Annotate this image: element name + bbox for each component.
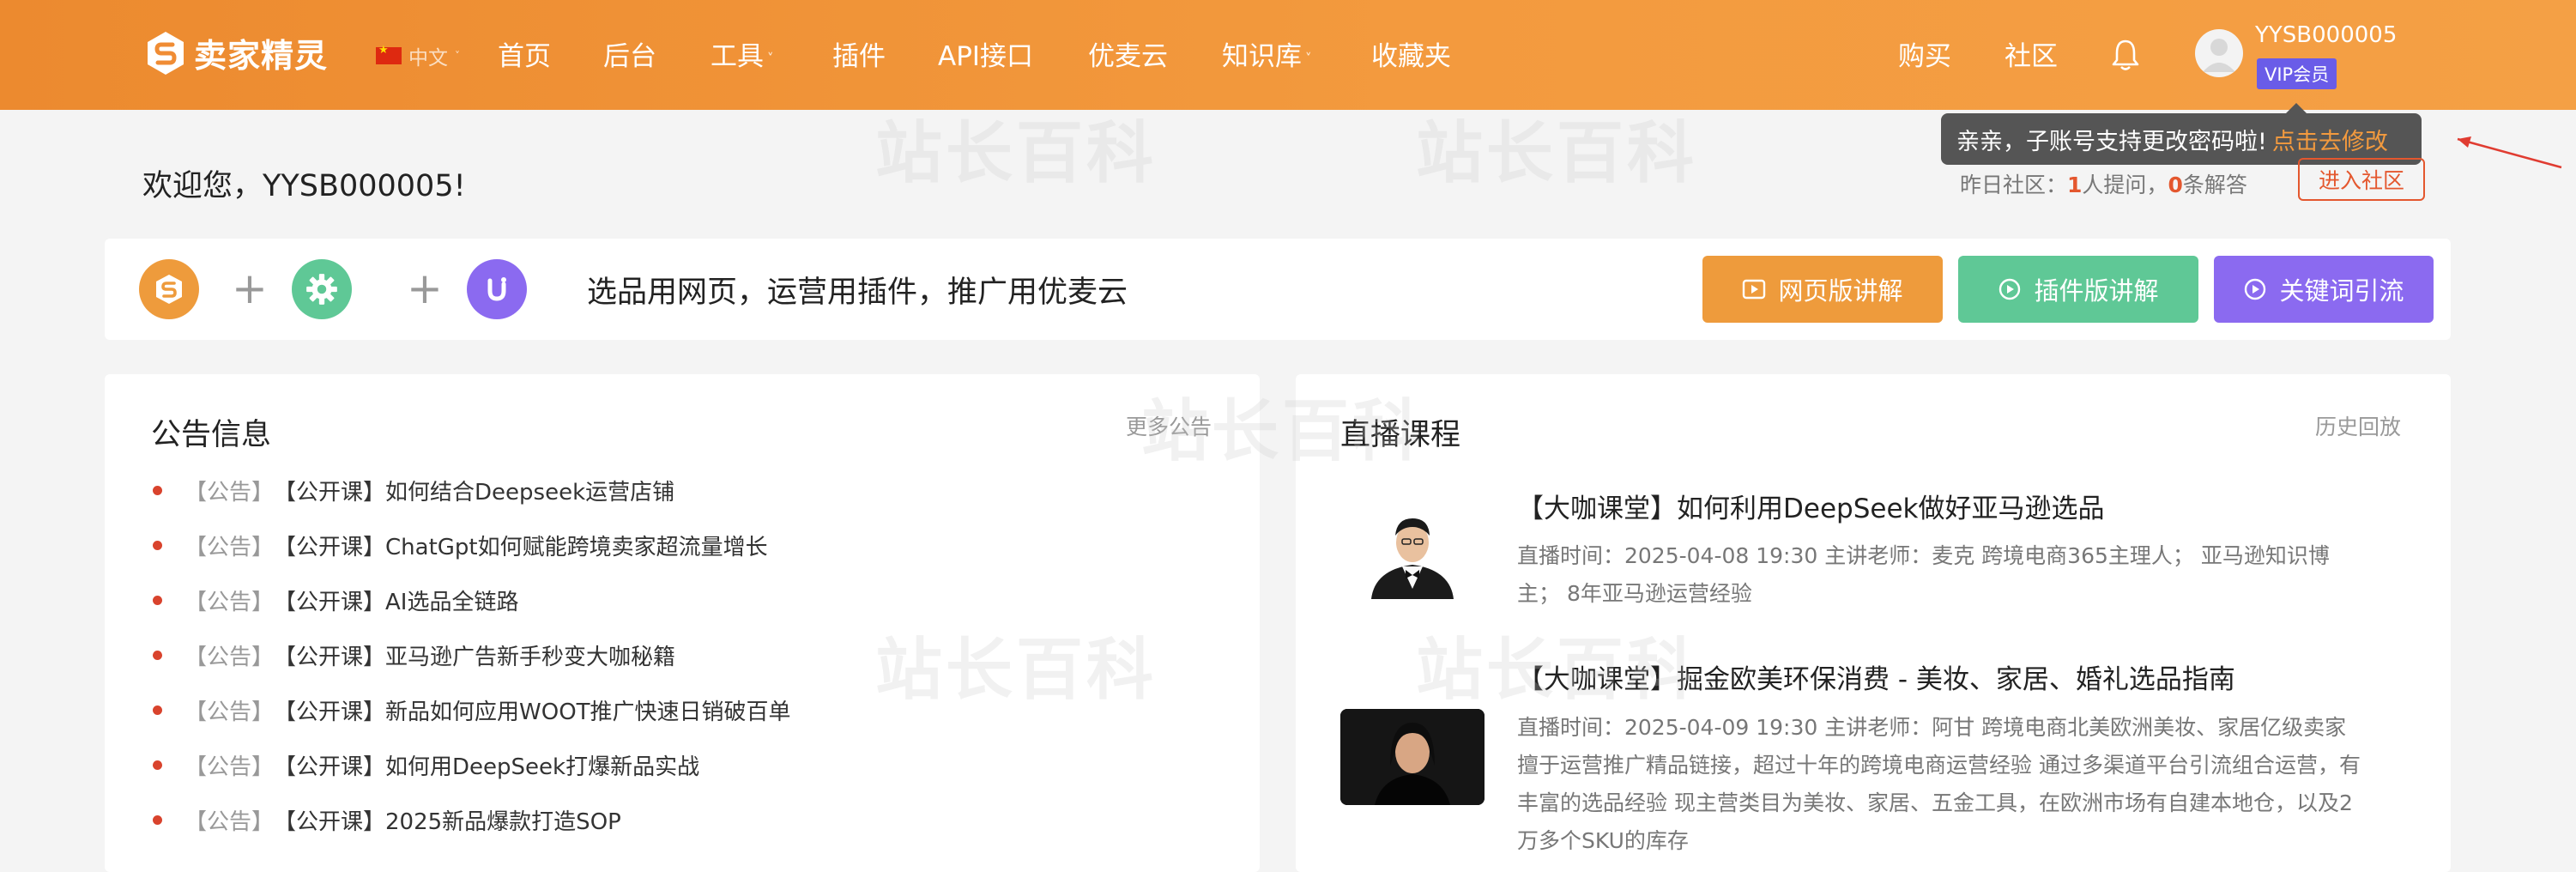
language-selector[interactable]: 中文 ˅ <box>376 41 460 70</box>
logo-icon <box>148 31 184 75</box>
language-label: 中文 <box>408 47 448 70</box>
bullet-icon <box>153 815 162 825</box>
username[interactable]: YYSB000005 <box>2255 22 2397 48</box>
list-item[interactable]: 【公告】 【公开课】2025新品爆款打造SOP <box>153 804 621 836</box>
list-item[interactable]: 【公告】 【公开课】亚马逊广告新手秒变大咖秘籍 <box>153 639 675 671</box>
list-item[interactable]: 【公告】 【公开课】如何用DeepSeek打爆新品实战 <box>153 749 699 781</box>
nav-youmaiyun[interactable]: 优麦云 <box>1088 34 1168 73</box>
nav-community[interactable]: 社区 <box>2005 34 2058 73</box>
plugin-tutorial-button[interactable]: 插件版讲解 <box>1958 256 2198 323</box>
list-item[interactable]: 【公告】 【公开课】新品如何应用WOOT推广快速日销破百单 <box>153 694 791 726</box>
web-tutorial-button[interactable]: 网页版讲解 <box>1702 256 1943 323</box>
announcements-title: 公告信息 <box>151 418 272 452</box>
bell-icon[interactable] <box>2111 38 2140 72</box>
bullet-icon <box>153 541 162 550</box>
nav-home[interactable]: 首页 <box>498 34 551 73</box>
plus-icon: + <box>407 263 443 313</box>
bullet-icon <box>153 651 162 660</box>
bullet-icon <box>153 596 162 605</box>
button-label: 插件版讲解 <box>2034 276 2159 306</box>
bullet-icon <box>153 760 162 770</box>
keyword-traffic-button[interactable]: 关键词引流 <box>2214 256 2434 323</box>
nav-buy[interactable]: 购买 <box>1898 34 1951 73</box>
button-label: 网页版讲解 <box>1778 276 1903 306</box>
history-replay-link[interactable]: 历史回放 <box>2315 410 2401 441</box>
bullet-icon <box>153 486 162 495</box>
nav-tools[interactable]: 工具 ˅ <box>711 34 774 73</box>
nav-api[interactable]: API接口 <box>938 34 1033 73</box>
nav-favorites[interactable]: 收藏夹 <box>1371 34 1451 73</box>
bullet-icon <box>153 705 162 715</box>
gear-icon <box>292 259 352 319</box>
china-flag-icon <box>376 44 402 64</box>
teacher-photo <box>1340 709 1485 805</box>
play-icon <box>1743 279 1766 300</box>
password-change-tooltip: 亲亲，子账号支持更改密码啦! 点击去修改 <box>1941 103 2422 165</box>
play-circle-icon <box>2245 278 2266 300</box>
nav-knowledge[interactable]: 知识库 ˅ <box>1222 34 1312 73</box>
course-title[interactable]: 【大咖课堂】掘金欧美环保消费 - 美妆、家居、婚礼选品指南 <box>1517 657 2235 696</box>
course-description: 直播时间：2025-04-08 19:30 主讲老师：麦克 跨境电商365主理人… <box>1517 543 2330 606</box>
change-password-link[interactable]: 点击去修改 <box>2272 123 2388 156</box>
tooltip-text: 亲亲，子账号支持更改密码啦! <box>1956 128 2267 155</box>
promo-slogan: 选品用网页，运营用插件，推广用优麦云 <box>587 276 1128 310</box>
enter-community-button[interactable]: 进入社区 <box>2298 158 2425 201</box>
list-item[interactable]: 【公告】 【公开课】ChatGpt如何赋能跨境卖家超流量增长 <box>153 530 768 561</box>
more-announcements-link[interactable]: 更多公告 <box>1126 410 1212 441</box>
announcements-card <box>105 374 1260 872</box>
teacher-photo <box>1340 503 1485 599</box>
watermark: 站长百科 <box>1416 115 1698 192</box>
nav-backend[interactable]: 后台 <box>603 34 656 73</box>
avatar[interactable] <box>2195 29 2243 77</box>
chevron-down-icon: ˅ <box>1305 50 1312 66</box>
vip-badge: VIP会员 <box>2257 58 2337 89</box>
course-title[interactable]: 【大咖课堂】如何利用DeepSeek做好亚马逊选品 <box>1517 487 2104 525</box>
list-item[interactable]: 【公告】 【公开课】如何结合Deepseek运营店铺 <box>153 475 674 506</box>
youmaiyun-icon <box>467 259 527 319</box>
plus-icon: + <box>232 263 268 313</box>
brand-name: 卖家精灵 <box>194 37 329 75</box>
play-circle-icon <box>1999 278 2021 300</box>
chevron-down-icon: ˅ <box>455 50 460 62</box>
welcome-text: 欢迎您，YYSB000005! <box>142 169 466 203</box>
user-icon <box>2203 39 2235 72</box>
chevron-down-icon: ˅ <box>767 50 774 66</box>
community-stats: 昨日社区：1人提问，0条解答 <box>1960 173 2247 197</box>
course-description: 直播时间：2025-04-09 19:30 主讲老师：阿甘 跨境电商北美欧洲美妆… <box>1517 715 2361 853</box>
sellersprite-icon <box>139 259 199 319</box>
annotation-arrow-icon <box>2457 136 2562 169</box>
live-courses-title: 直播课程 <box>1340 418 1461 452</box>
brand-logo[interactable]: 卖家精灵 <box>144 29 328 76</box>
watermark: 站长百科 <box>875 115 1158 192</box>
list-item[interactable]: 【公告】 【公开课】AI选品全链路 <box>153 584 518 616</box>
nav-plugins[interactable]: 插件 <box>832 34 886 73</box>
button-label: 关键词引流 <box>2279 276 2404 306</box>
